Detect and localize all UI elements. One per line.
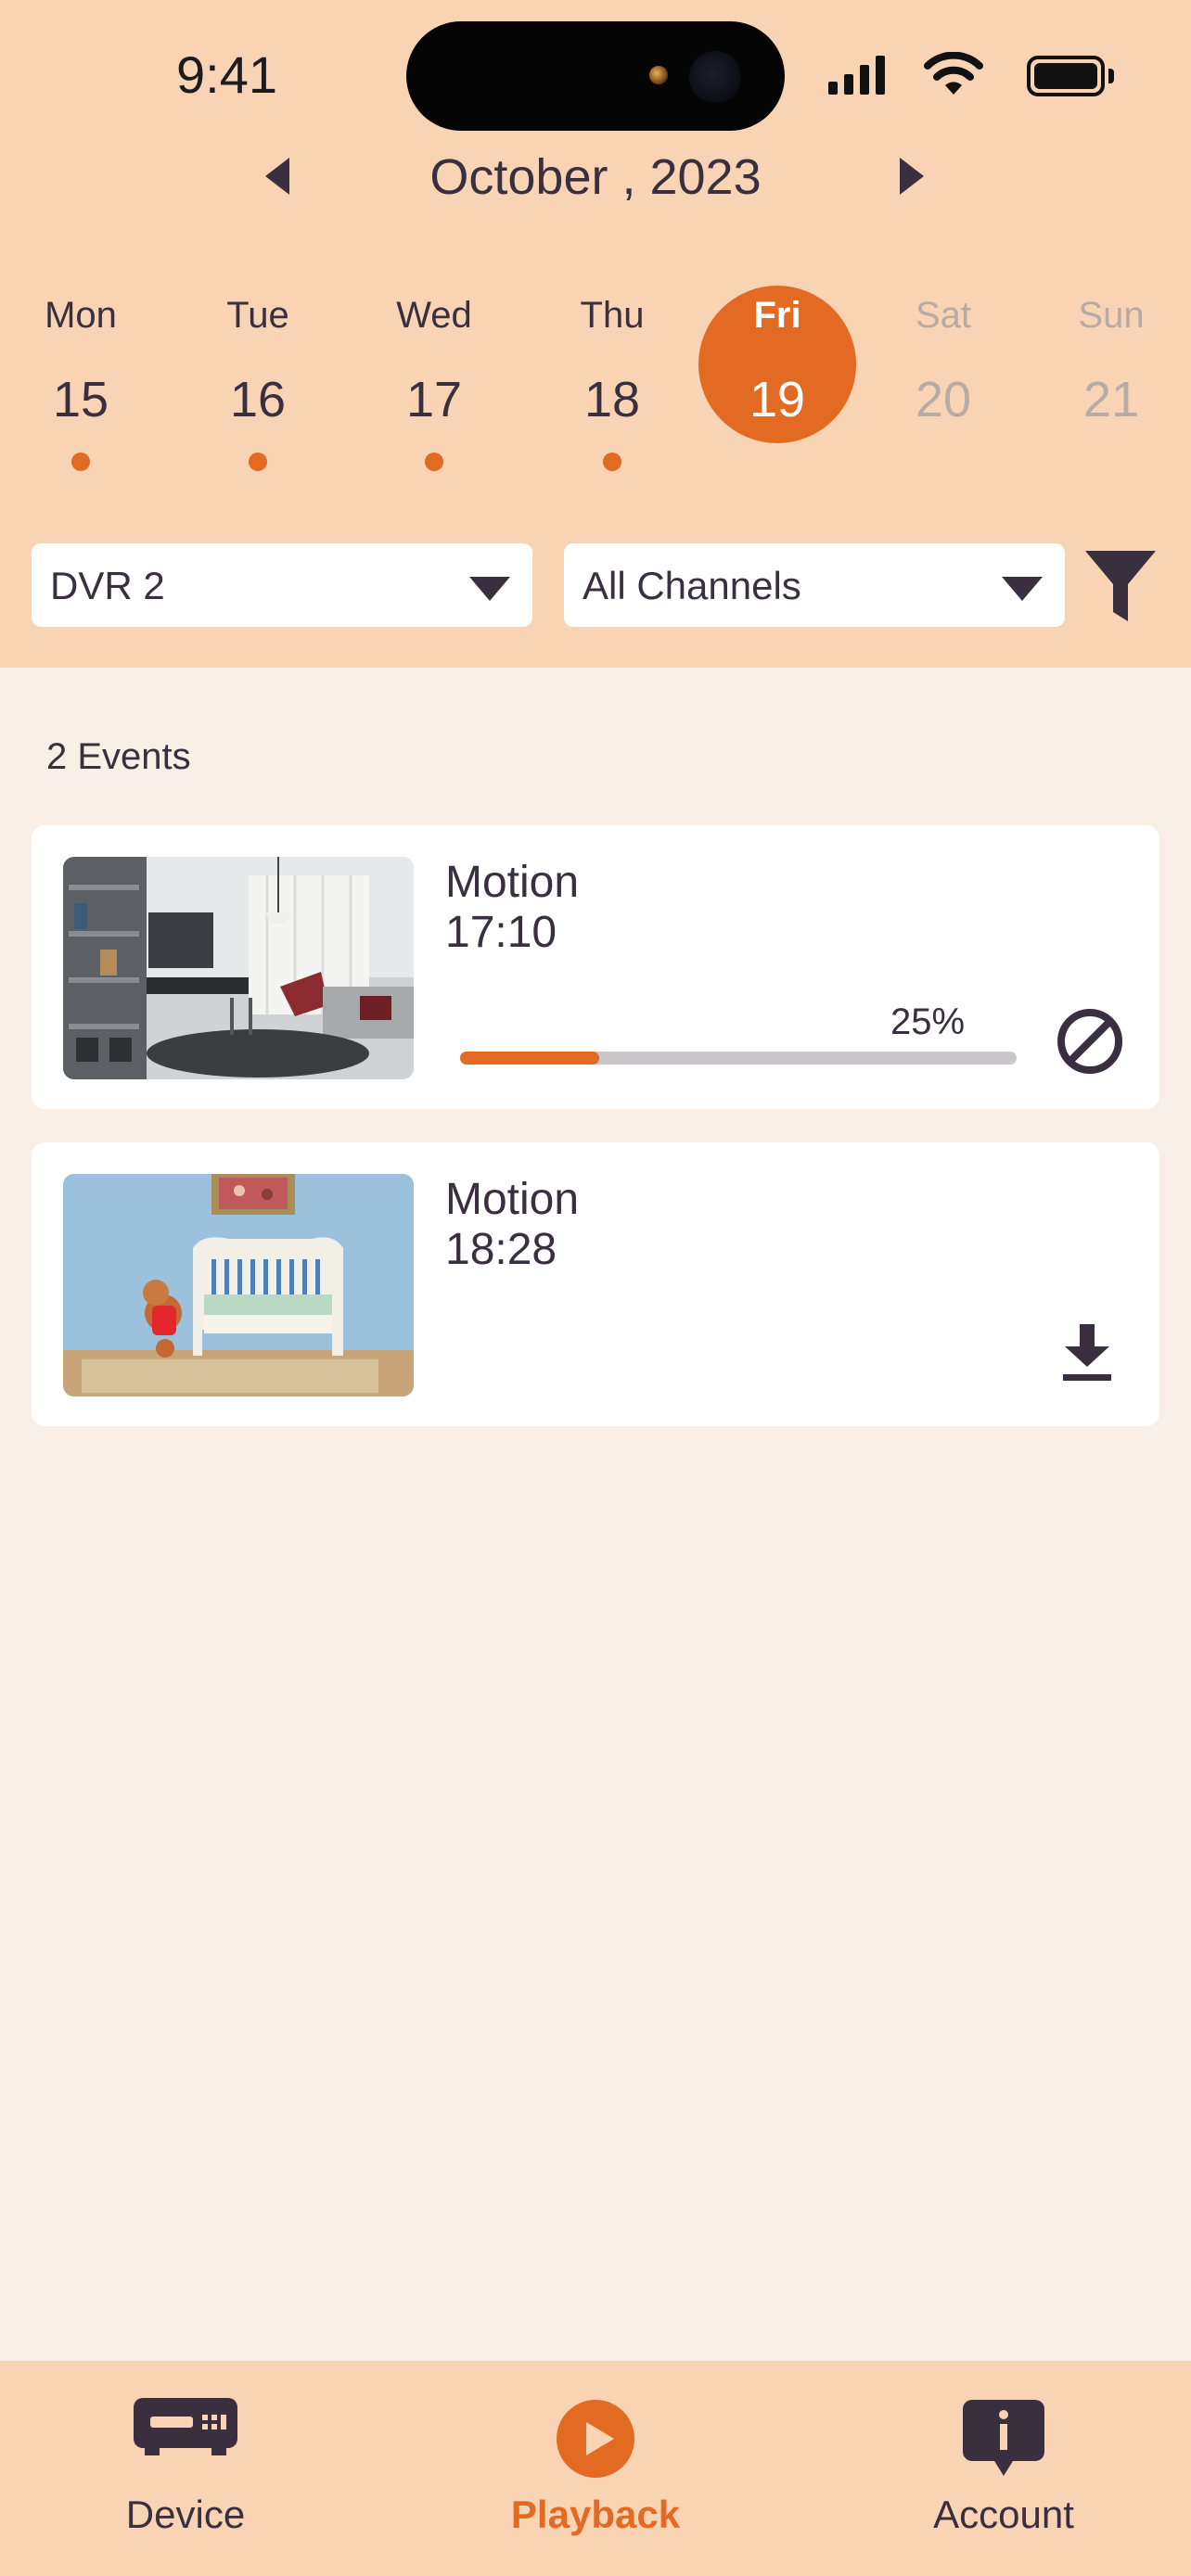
day-name: Tue xyxy=(226,295,289,336)
event-card[interactable]: Motion 17:10 25% xyxy=(32,825,1159,1109)
face-sensor-icon xyxy=(689,51,741,103)
tab-label: Playback xyxy=(510,2493,681,2536)
download-progress-fill xyxy=(460,1052,599,1065)
event-dot xyxy=(603,453,621,471)
day-name: Mon xyxy=(45,295,117,336)
event-time: 17:10 xyxy=(445,908,557,957)
tab-label: Account xyxy=(933,2493,1074,2536)
event-time: 18:28 xyxy=(445,1225,557,1274)
day-name: Thu xyxy=(580,295,645,336)
chevron-down-icon xyxy=(1002,577,1043,601)
events-count: 2 Events xyxy=(46,736,191,777)
info-bubble-icon xyxy=(963,2400,1044,2476)
tab-bar: Device Playback Account xyxy=(0,2361,1191,2576)
dynamic-island xyxy=(406,21,785,131)
month-nav: October , 2023 xyxy=(0,139,1191,213)
day-thu[interactable]: Thu 18 xyxy=(533,278,691,482)
download-progress-label: 25% xyxy=(890,1001,966,1042)
day-number: 20 xyxy=(915,372,972,427)
event-type: Motion xyxy=(445,858,580,907)
day-tue[interactable]: Tue 16 xyxy=(179,278,337,482)
tab-device[interactable]: Device xyxy=(46,2361,325,2576)
event-dot xyxy=(249,453,267,471)
download-icon[interactable] xyxy=(1059,1324,1115,1384)
chevron-down-icon xyxy=(469,577,510,601)
status-time: 9:41 xyxy=(176,45,277,104)
tab-account[interactable]: Account xyxy=(864,2361,1143,2576)
battery-icon xyxy=(1027,56,1114,96)
tab-label: Device xyxy=(125,2493,246,2536)
day-number: 18 xyxy=(583,372,641,427)
day-number: 21 xyxy=(1082,372,1140,427)
channel-select[interactable]: All Channels xyxy=(564,543,1065,627)
day-fri-selected[interactable]: Fri 19 xyxy=(698,278,856,482)
tab-playback[interactable]: Playback xyxy=(456,2361,735,2576)
wifi-icon xyxy=(924,52,983,95)
download-progress-bar xyxy=(460,1052,1017,1065)
event-thumbnail-living-room[interactable] xyxy=(63,857,414,1079)
next-month-icon[interactable] xyxy=(900,158,924,195)
day-number: 19 xyxy=(749,372,806,427)
day-number: 16 xyxy=(229,372,287,427)
week-strip: Mon 15 Tue 16 Wed 17 Thu 18 Fri 19 Sat 2… xyxy=(0,278,1191,482)
cellular-signal-icon xyxy=(828,56,886,95)
device-select-value: DVR 2 xyxy=(50,564,165,607)
filter-icon[interactable] xyxy=(1083,549,1158,623)
device-select[interactable]: DVR 2 xyxy=(32,543,532,627)
channel-select-value: All Channels xyxy=(583,564,801,607)
day-mon[interactable]: Mon 15 xyxy=(2,278,160,482)
day-number: 15 xyxy=(52,372,109,427)
event-thumbnail-nursery[interactable] xyxy=(63,1174,414,1396)
play-icon xyxy=(557,2400,634,2478)
cancel-icon[interactable] xyxy=(1056,1007,1124,1076)
day-sun[interactable]: Sun 21 xyxy=(1032,278,1190,482)
header: 9:41 October , 2023 Mon 15 Tue 16 Wed 17… xyxy=(0,0,1191,668)
event-dot xyxy=(425,453,443,471)
day-sat[interactable]: Sat 20 xyxy=(864,278,1022,482)
camera-lens-icon xyxy=(649,66,668,84)
day-name: Fri xyxy=(753,295,801,336)
day-number: 17 xyxy=(405,372,463,427)
playback-screen: 9:41 October , 2023 Mon 15 Tue 16 Wed 17… xyxy=(0,0,1191,2576)
day-wed[interactable]: Wed 17 xyxy=(355,278,513,482)
day-name: Sun xyxy=(1078,295,1145,336)
event-card[interactable]: Motion 18:28 xyxy=(32,1142,1159,1426)
event-dot xyxy=(71,453,90,471)
event-type: Motion xyxy=(445,1175,580,1224)
month-title: October , 2023 xyxy=(429,149,762,205)
day-name: Wed xyxy=(396,295,472,336)
dvr-icon xyxy=(134,2398,237,2455)
day-name: Sat xyxy=(915,295,972,336)
